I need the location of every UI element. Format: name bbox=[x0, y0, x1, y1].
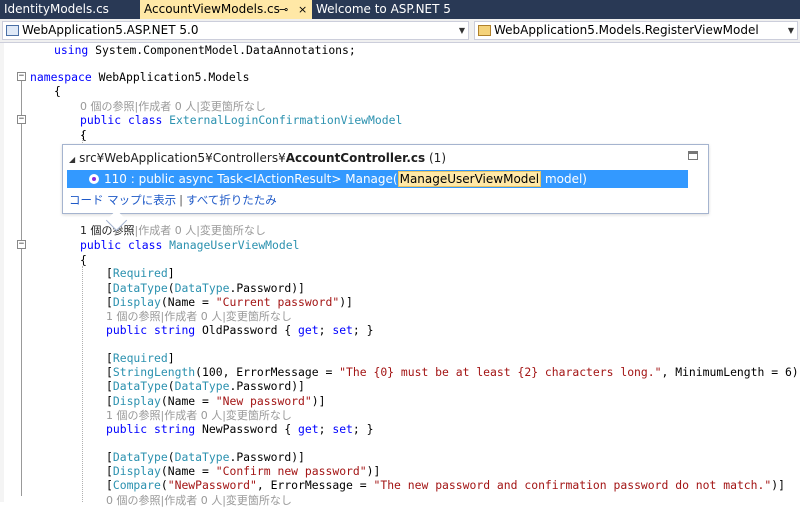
project-dropdown[interactable]: WebApplication5.ASP.NET 5.0 ▼ bbox=[2, 21, 469, 40]
code-line-brace: { bbox=[80, 253, 87, 267]
code-line-attr-datatype: [DataType(DataType.Password)] bbox=[106, 379, 305, 393]
code-line-attr-display: [Display(Name = "New password")] bbox=[106, 394, 326, 408]
code-line-attr-display: [Display(Name = "Current password")] bbox=[106, 295, 353, 309]
tab-label: IdentityModels.cs bbox=[4, 2, 109, 16]
collapse-triangle-icon[interactable]: ◢ bbox=[69, 155, 75, 164]
tab-label: Welcome to ASP.NET 5 bbox=[316, 2, 451, 16]
close-icon[interactable]: × bbox=[298, 0, 307, 19]
outline-guide bbox=[21, 81, 22, 496]
codelens-reference-link: 1 個の参照 bbox=[80, 224, 135, 237]
dock-icon[interactable] bbox=[688, 151, 698, 160]
link-separator: | bbox=[179, 193, 184, 207]
navigation-bar: WebApplication5.ASP.NET 5.0 ▼ WebApplica… bbox=[0, 19, 800, 43]
member-dropdown[interactable]: WebApplication5.Models.RegisterViewModel… bbox=[474, 21, 798, 40]
indent-guide bbox=[82, 266, 83, 502]
codelens-oldpassword[interactable]: 1 個の参照|作成者 0 人|変更箇所なし bbox=[106, 309, 292, 324]
tab-accountviewmodels[interactable]: AccountViewModels.cs ⊸ × bbox=[140, 0, 312, 19]
codelens-references-popup: ◢ src¥WebApplication5¥Controllers¥Account… bbox=[62, 144, 709, 232]
codelens-external[interactable]: 0 個の参照|作成者 0 人|変更箇所なし bbox=[80, 99, 266, 114]
chevron-down-icon: ▼ bbox=[787, 26, 794, 35]
code-line-external-class: public class ExternalLoginConfirmationVi… bbox=[80, 113, 403, 127]
project-name: WebApplication5.ASP.NET 5.0 bbox=[22, 23, 199, 37]
code-line-manageuser-class: public class ManageUserViewModel bbox=[80, 238, 300, 252]
file-name: AccountController.cs bbox=[285, 151, 426, 165]
chevron-down-icon: ▼ bbox=[458, 26, 465, 35]
tab-welcome[interactable]: Welcome to ASP.NET 5 bbox=[312, 0, 472, 19]
csharp-project-icon bbox=[6, 25, 19, 36]
code-line-brace: { bbox=[54, 84, 61, 98]
collapse-icon[interactable]: − bbox=[17, 240, 26, 249]
reference-icon bbox=[89, 174, 99, 184]
collapse-icon[interactable]: − bbox=[17, 72, 26, 81]
codelens-confirmpassword[interactable]: 0 個の参照|作成者 0 人|変更箇所なし bbox=[106, 493, 292, 508]
collapse-all-link[interactable]: すべて折りたたみ bbox=[186, 193, 277, 207]
tab-label: AccountViewModels.cs bbox=[144, 2, 280, 16]
reference-item[interactable]: 110 : public async Task<IActionResult> M… bbox=[67, 170, 688, 188]
selection-margin bbox=[0, 43, 4, 502]
code-line-oldpassword: public string OldPassword { get; set; } bbox=[106, 323, 374, 337]
code-line-attr-stringlength: [StringLength(100, ErrorMessage = "The {… bbox=[106, 365, 800, 379]
document-tab-strip: IdentityModels.cs AccountViewModels.cs ⊸… bbox=[0, 0, 800, 19]
code-line-brace: { bbox=[80, 128, 87, 142]
reference-text: 110 : public async Task<IActionResult> M… bbox=[104, 172, 398, 186]
reference-file-header[interactable]: ◢ src¥WebApplication5¥Controllers¥Account… bbox=[69, 151, 446, 165]
codelens-newpassword[interactable]: 1 個の参照|作成者 0 人|変更箇所なし bbox=[106, 408, 292, 423]
code-line-attr-compare: [Compare("NewPassword", ErrorMessage = "… bbox=[106, 478, 785, 492]
reference-text-tail: model) bbox=[541, 172, 587, 186]
class-icon bbox=[478, 25, 491, 36]
code-line-attr-display: [Display(Name = "Confirm new password")] bbox=[106, 464, 381, 478]
code-line-attr-datatype: [DataType(DataType.Password)] bbox=[106, 450, 305, 464]
code-editor[interactable]: − − − using System.ComponentModel.DataAn… bbox=[0, 43, 800, 507]
pin-icon[interactable]: ⊸ bbox=[279, 0, 288, 19]
code-line-attr-required: [Required] bbox=[106, 351, 175, 365]
code-line-using: using System.ComponentModel.DataAnnotati… bbox=[54, 43, 356, 57]
codelens-manageuser[interactable]: 1 個の参照|作成者 0 人|変更箇所なし bbox=[80, 223, 266, 238]
member-name: WebApplication5.Models.RegisterViewModel bbox=[494, 23, 759, 37]
show-on-code-map-link[interactable]: コード マップに表示 bbox=[69, 193, 176, 207]
code-line-attr-datatype: [DataType(DataType.Password)] bbox=[106, 281, 305, 295]
file-path: src¥WebApplication5¥Controllers¥ bbox=[79, 151, 286, 165]
popup-links: コード マップに表示 | すべて折りたたみ bbox=[69, 192, 277, 208]
reference-count: (1) bbox=[425, 151, 446, 165]
code-line-newpassword: public string NewPassword { get; set; } bbox=[106, 422, 374, 436]
reference-highlight: ManageUserViewModel bbox=[397, 171, 542, 187]
tab-identitymodels[interactable]: IdentityModels.cs bbox=[0, 0, 140, 19]
collapse-icon[interactable]: − bbox=[17, 115, 26, 124]
code-line-namespace: namespace WebApplication5.Models bbox=[30, 70, 250, 84]
code-line-attr-required: [Required] bbox=[106, 266, 175, 280]
